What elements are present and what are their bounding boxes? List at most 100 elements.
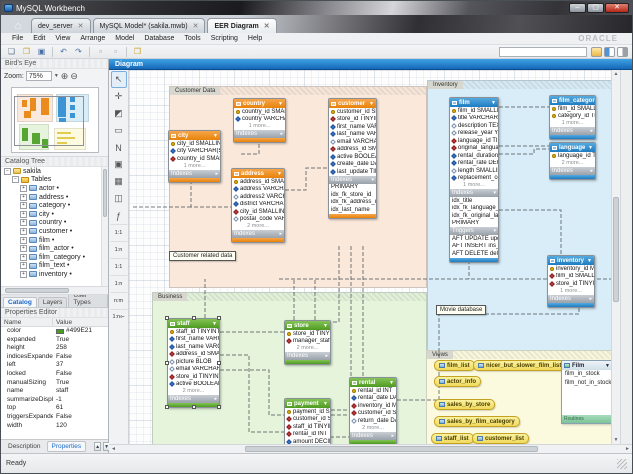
routine-group-header[interactable]: Film▼ <box>562 361 611 370</box>
indexes-section-header[interactable]: Indexes▸ <box>234 130 285 138</box>
catalog-vscroll-thumb[interactable] <box>103 169 107 217</box>
selection-handle[interactable] <box>217 405 221 409</box>
new-diagram-button[interactable]: ❒ <box>131 46 144 57</box>
tool-rel-1-1[interactable]: 1:1 <box>110 258 128 275</box>
property-row[interactable]: width120 <box>1 422 108 431</box>
open-model-button[interactable]: ❐ <box>20 46 33 57</box>
expander-icon[interactable]: + <box>20 211 27 218</box>
section-arrow-icon[interactable]: ▸ <box>590 168 593 174</box>
triggers-section-header[interactable]: Triggers▾ <box>450 227 498 235</box>
table-header[interactable]: film_category▼ <box>550 96 595 105</box>
expander-icon[interactable]: − <box>4 168 11 175</box>
tool-note[interactable]: N <box>111 139 127 156</box>
indexes-section-header[interactable]: Indexes▸ <box>168 395 219 403</box>
more-columns[interactable]: 2 more... <box>168 388 219 395</box>
redo-button[interactable]: ↷ <box>72 46 85 57</box>
tree-table-customer[interactable]: +customer • <box>1 227 108 236</box>
table-inventory[interactable]: inventory▼inventory_id MED...film_id SMA… <box>547 255 595 308</box>
menu-database[interactable]: Database <box>139 35 179 42</box>
tool-rel-n-m[interactable]: n:m <box>110 292 128 309</box>
menu-file[interactable]: File <box>7 35 28 42</box>
toggle-find-panel-icon[interactable] <box>591 47 602 57</box>
more-columns[interactable]: 1 more... <box>550 120 595 127</box>
view-actor_info[interactable]: actor_info <box>434 376 481 387</box>
minimap-viewport[interactable] <box>14 96 84 146</box>
tab-mysql-model[interactable]: MySQL Model* (sakila.mwb)✕ <box>93 18 206 33</box>
table-header[interactable]: staff▼ <box>168 319 219 328</box>
menu-tools[interactable]: Tools <box>179 35 205 42</box>
indexes-section-header[interactable]: Indexes▸ <box>550 127 595 135</box>
toggle-page-button[interactable]: ▫ <box>109 46 122 57</box>
property-row[interactable]: color#499E21 <box>1 327 108 336</box>
zoom-in-icon[interactable]: ⊕ <box>61 71 69 81</box>
section-arrow-icon[interactable]: ▾ <box>493 228 496 234</box>
table-header[interactable]: city▼ <box>169 131 220 140</box>
expander-icon[interactable]: + <box>20 194 27 201</box>
expander-icon[interactable]: + <box>20 245 27 252</box>
customer-note[interactable]: Customer related data <box>169 251 236 261</box>
table-language[interactable]: language▼language_id TINY...2 more...Ind… <box>549 142 596 180</box>
tool-image[interactable]: ▣ <box>111 156 127 173</box>
zoom-out-icon[interactable]: ⊖ <box>70 71 78 81</box>
property-row[interactable]: height258 <box>1 344 108 353</box>
view-nicer_but_slower_film_list[interactable]: nicer_but_slower_film_list <box>473 360 566 371</box>
menu-view[interactable]: View <box>50 35 75 42</box>
selection-handle[interactable] <box>165 316 169 320</box>
table-customer[interactable]: customer▼customer_id SMALLI...store_id T… <box>328 98 377 219</box>
zoom-dropdown-icon[interactable]: ▼ <box>54 73 59 79</box>
menu-arrange[interactable]: Arrange <box>75 35 110 42</box>
indexes-section-header[interactable]: Indexes▸ <box>169 170 220 178</box>
collapse-arrow-icon[interactable]: ▼ <box>369 101 374 107</box>
collapse-arrow-icon[interactable]: ▼ <box>389 380 394 386</box>
table-film[interactable]: film▼film_id SMALLINTtitle VARCHAR(255)d… <box>449 97 499 263</box>
more-columns[interactable]: 1 more... <box>169 163 220 170</box>
expander-icon[interactable]: + <box>20 185 27 192</box>
selection-handle[interactable] <box>217 361 221 365</box>
table-header[interactable]: country▼ <box>234 99 285 108</box>
expander-icon[interactable]: + <box>20 228 27 235</box>
table-rental[interactable]: rental▼rental_id INTrental_date DATE...i… <box>349 377 397 444</box>
section-arrow-icon[interactable]: ▸ <box>279 231 282 237</box>
canvas-hscrollbar[interactable]: ◄► <box>109 444 632 453</box>
view-sales_by_film_category[interactable]: sales_by_film_category <box>434 416 520 427</box>
tree-table-film_text[interactable]: +film_text • <box>1 262 108 271</box>
section-arrow-icon[interactable]: ▸ <box>325 353 328 359</box>
collapse-arrow-icon[interactable]: ▼ <box>587 258 592 264</box>
indexes-section-header[interactable]: Indexes▸ <box>550 167 595 175</box>
search-input[interactable] <box>499 47 587 57</box>
tree-table-category[interactable]: +category • <box>1 201 108 210</box>
view-customer_list[interactable]: customer_list <box>472 433 529 444</box>
property-row[interactable]: indicesExpandedFalse <box>1 353 108 362</box>
eer-diagram-canvas[interactable]: Customer DataInventoryBusinessViewscount… <box>129 70 611 444</box>
selection-handle[interactable] <box>192 405 196 409</box>
panel-up-icon[interactable]: ▲ <box>94 442 101 451</box>
section-arrow-icon[interactable]: ▸ <box>280 131 283 137</box>
property-row[interactable]: summarizeDisplay-1 <box>1 396 108 405</box>
table-header[interactable]: film▼ <box>450 98 498 107</box>
tab-layers[interactable]: Layers <box>38 297 68 307</box>
collapse-arrow-icon[interactable]: ▼ <box>212 321 217 327</box>
view-staff_list[interactable]: staff_list <box>431 433 474 444</box>
tree-folder-tables[interactable]: −Tables <box>1 176 108 185</box>
table-header[interactable]: address▼ <box>232 169 284 178</box>
indexes-section-header[interactable]: Indexes▸ <box>232 230 284 238</box>
tree-table-inventory[interactable]: +inventory • <box>1 270 108 279</box>
undo-button[interactable]: ↶ <box>57 46 70 57</box>
property-row[interactable]: manualSizingTrue <box>1 379 108 388</box>
expander-icon[interactable]: + <box>20 271 27 278</box>
collapse-arrow-icon[interactable]: ▼ <box>277 171 282 177</box>
tree-table-film[interactable]: +film • <box>1 236 108 245</box>
tool-table[interactable]: ▦ <box>111 173 127 190</box>
view-sales_by_store[interactable]: sales_by_store <box>434 399 495 410</box>
section-arrow-icon[interactable]: ▸ <box>589 296 592 302</box>
routine-group-film[interactable]: Film▼film_in_stockfilm_not_in_stockRouti… <box>561 360 611 424</box>
zoom-value[interactable]: 75% <box>26 71 52 81</box>
movie-note[interactable]: Movie database <box>436 305 486 315</box>
property-row[interactable]: left37 <box>1 361 108 370</box>
more-columns[interactable]: 2 more... <box>550 160 595 167</box>
tree-table-film_category[interactable]: +film_category • <box>1 253 108 262</box>
view-film_list[interactable]: film_list <box>434 360 475 371</box>
expander-icon[interactable]: + <box>20 254 27 261</box>
indexes-section-header[interactable]: Indexes▸ <box>285 352 330 360</box>
tree-schema-sakila[interactable]: −sakila <box>1 167 108 176</box>
